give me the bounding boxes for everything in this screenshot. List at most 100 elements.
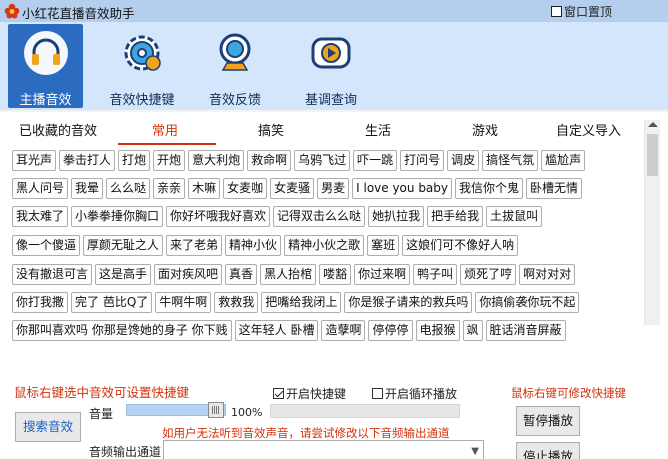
sound-grid-scrollbar[interactable] — [644, 120, 660, 325]
scroll-up-icon[interactable] — [648, 122, 658, 127]
checkbox-box[interactable] — [372, 388, 383, 399]
sound-button[interactable]: 没有撤退可言 — [12, 264, 93, 285]
sound-button[interactable]: 我晕 — [71, 178, 104, 199]
sound-button[interactable]: 土拔鼠叫 — [486, 206, 543, 227]
enable-hotkey-checkbox[interactable]: 开启快捷键 — [273, 385, 346, 402]
sound-button[interactable]: 调皮 — [447, 150, 480, 171]
sound-row: 像一个傻逼 厚颜无耻之人 来了老弟 精神小伙 精神小伙之歌 塞班 这娘们可不像好人呐 — [12, 235, 521, 256]
sound-button[interactable]: 喽豁 — [319, 264, 352, 285]
sound-button[interactable]: 飒 — [462, 320, 483, 341]
sound-button[interactable]: 脏话消音屏蔽 — [485, 320, 566, 341]
scroll-thumb[interactable] — [647, 134, 658, 176]
stop-playback-button[interactable]: 停止播放 — [516, 442, 580, 459]
sound-button[interactable]: 像一个傻逼 — [12, 235, 81, 256]
tab-common[interactable]: 常用 — [152, 120, 178, 139]
checkbox-box[interactable] — [273, 388, 284, 399]
chevron-down-icon[interactable]: ▼ — [471, 446, 479, 457]
sound-button[interactable]: 完了 芭比Q了 — [71, 292, 153, 313]
sound-button[interactable]: 她扒拉我 — [368, 206, 425, 227]
sound-button[interactable]: 你好坏哦我好喜欢 — [166, 206, 271, 227]
sound-button[interactable]: 这娘们可不像好人呐 — [402, 235, 519, 256]
sound-button[interactable]: 面对疾风吧 — [154, 264, 223, 285]
sound-button[interactable]: 救救我 — [214, 292, 259, 313]
toolbar-sound-feedback[interactable]: 音效反馈 — [198, 24, 272, 108]
sound-row: 耳光声 拳击打人 打炮 开炮 意大利炮 救命啊 乌鸦飞过 吓一跳 打问号 调皮 搞怪气氛 尴尬声 — [12, 150, 588, 171]
sound-button[interactable]: 搞怪气氛 — [482, 150, 539, 171]
enable-loop-label: 开启循环播放 — [385, 387, 458, 401]
toolbar-label: 主播音效 — [19, 93, 72, 108]
sound-button[interactable]: 精神小伙之歌 — [284, 235, 365, 256]
sound-button[interactable]: 尴尬声 — [541, 150, 586, 171]
checkbox-box[interactable] — [551, 6, 562, 17]
sound-button[interactable]: 你是猴子请来的救兵吗 — [344, 292, 473, 313]
sound-button[interactable]: 拳击打人 — [59, 150, 116, 171]
sound-button[interactable]: 你那叫喜欢吗 你那是馋她的身子 你下贱 — [12, 320, 232, 341]
sound-button[interactable]: 亲亲 — [153, 178, 186, 199]
tab-life[interactable]: 生活 — [365, 120, 391, 139]
tab-funny[interactable]: 搞笑 — [258, 120, 284, 139]
sound-button[interactable]: 打问号 — [400, 150, 445, 171]
sound-button[interactable]: 女麦咖 — [223, 178, 268, 199]
toolbar-host-sounds[interactable]: 主播音效 — [8, 24, 83, 108]
toolbar-label: 音效快捷键 — [109, 93, 175, 108]
sound-button[interactable]: 电报猴 — [415, 320, 460, 341]
sound-button[interactable]: 男麦 — [317, 178, 350, 199]
sound-button[interactable]: 造孽啊 — [321, 320, 366, 341]
sound-row: 我太难了 小拳拳捶你胸口 你好坏哦我好喜欢 记得双击么么哒 她扒拉我 把手给我 土拔鼠叫 — [12, 206, 545, 227]
pause-playback-button[interactable]: 暂停播放 — [516, 406, 580, 436]
sound-button[interactable]: 精神小伙 — [225, 235, 282, 256]
sound-button[interactable]: 我信你个鬼 — [455, 178, 524, 199]
always-on-top-checkbox[interactable]: 窗口置顶 — [551, 3, 612, 20]
volume-slider-thumb[interactable] — [208, 402, 224, 418]
sound-button[interactable]: 我太难了 — [12, 206, 69, 227]
audio-output-select[interactable]: ▼ — [163, 440, 484, 459]
app-title: 小红花直播音效助手 — [22, 6, 135, 21]
sound-button[interactable]: 黑人抬棺 — [260, 264, 317, 285]
red-flower-icon — [4, 3, 20, 19]
webcam-icon — [219, 33, 251, 71]
sound-button[interactable]: 烦死了哼 — [460, 264, 517, 285]
sound-button[interactable]: 意大利炮 — [188, 150, 245, 171]
sound-button[interactable]: 鸭子叫 — [413, 264, 458, 285]
sound-button[interactable]: 这年轻人 卧槽 — [234, 320, 319, 341]
sound-button[interactable]: 你搞偷袭你玩不起 — [475, 292, 580, 313]
sound-button[interactable]: 卧槽无情 — [526, 178, 583, 199]
sound-button[interactable]: 吓一跳 — [353, 150, 398, 171]
tab-custom-import[interactable]: 自定义导入 — [556, 120, 621, 139]
enable-hotkey-label: 开启快捷键 — [286, 387, 347, 401]
sound-button[interactable]: 开炮 — [153, 150, 186, 171]
sound-button[interactable]: 女麦骚 — [270, 178, 315, 199]
sound-button[interactable]: 黑人问号 — [12, 178, 69, 199]
sound-button[interactable]: 啊对对对 — [519, 264, 576, 285]
sound-row: 你打我撒 完了 芭比Q了 牛啊牛啊 救救我 把嘴给我闭上 你是猴子请来的救兵吗 你搞偷袭你玩… — [12, 292, 582, 313]
sound-button[interactable]: 打炮 — [118, 150, 151, 171]
tab-favorites[interactable]: 已收藏的音效 — [19, 120, 97, 139]
main-toolbar: 主播音效 音效快捷键 音效反馈 基调查询 — [0, 22, 668, 110]
sound-button[interactable]: 你打我撒 — [12, 292, 69, 313]
sound-button[interactable]: I love you baby — [352, 178, 453, 199]
sound-button[interactable]: 乌鸦飞过 — [294, 150, 351, 171]
sound-button[interactable]: 把手给我 — [427, 206, 484, 227]
edit-hotkey-hint: 鼠标右键可修改快捷键 — [511, 386, 626, 400]
sound-button[interactable]: 塞班 — [367, 235, 400, 256]
sound-row: 你那叫喜欢吗 你那是馋她的身子 你下贱 这年轻人 卧槽 造孽啊 停停停 电报猴飒脏话消音… — [12, 320, 569, 341]
sound-button[interactable]: 停停停 — [368, 320, 413, 341]
sound-button[interactable]: 小拳拳捶你胸口 — [71, 206, 164, 227]
toolbar-key-lookup[interactable]: 基调查询 — [294, 24, 368, 108]
sound-button[interactable]: 厚颜无耻之人 — [83, 235, 164, 256]
search-sound-button[interactable]: 搜索音效 — [15, 412, 81, 442]
sound-button[interactable]: 牛啊牛啊 — [155, 292, 212, 313]
sound-button[interactable]: 来了老弟 — [166, 235, 223, 256]
sound-button[interactable]: 记得双击么么哒 — [273, 206, 366, 227]
enable-loop-checkbox[interactable]: 开启循环播放 — [372, 385, 457, 402]
sound-button[interactable]: 耳光声 — [12, 150, 57, 171]
toolbar-sound-hotkeys[interactable]: 音效快捷键 — [100, 24, 184, 108]
sound-button[interactable]: 你过来啊 — [354, 264, 411, 285]
sound-button[interactable]: 这是高手 — [95, 264, 152, 285]
tab-game[interactable]: 游戏 — [472, 120, 498, 139]
sound-button[interactable]: 把嘴给我闭上 — [261, 292, 342, 313]
sound-button[interactable]: 真香 — [225, 264, 258, 285]
sound-button[interactable]: 木嘛 — [188, 178, 221, 199]
sound-button[interactable]: 么么哒 — [106, 178, 151, 199]
sound-button[interactable]: 救命啊 — [247, 150, 292, 171]
